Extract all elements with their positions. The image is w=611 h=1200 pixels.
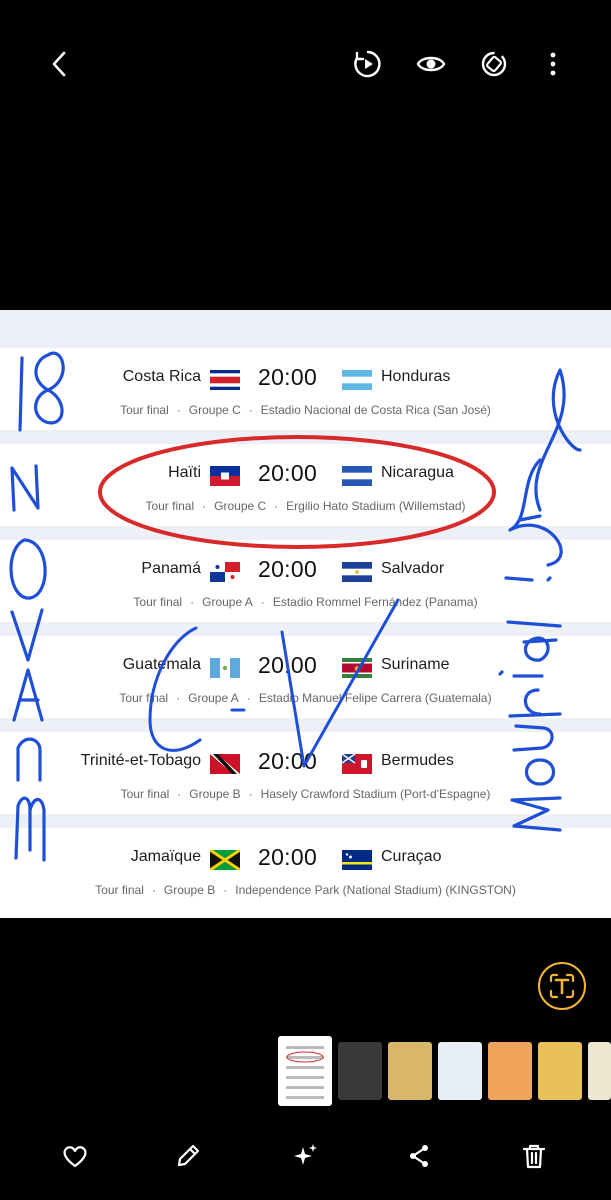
more-options-icon[interactable] bbox=[531, 42, 575, 86]
thumbnail[interactable] bbox=[388, 1042, 432, 1100]
home-team: Panamá bbox=[141, 560, 201, 577]
match-time: 20:00 bbox=[258, 844, 318, 870]
panama-flag-icon bbox=[210, 562, 240, 582]
match-row: Jamaïque 20:00 Curaçao Tour final · Groupe… bbox=[0, 828, 611, 910]
match-details: Tour final · Groupe C · Ergilio Hato Stadium… bbox=[145, 499, 466, 513]
costa-rica-flag-icon bbox=[210, 370, 240, 390]
match-time: 20:00 bbox=[258, 460, 318, 486]
nicaragua-flag-icon bbox=[342, 466, 372, 486]
text-extract-icon bbox=[549, 973, 575, 999]
home-team: Costa Rica bbox=[122, 368, 201, 385]
bottom-toolbar bbox=[0, 1126, 611, 1186]
thumbnail[interactable] bbox=[488, 1042, 532, 1100]
text-extract-button[interactable] bbox=[538, 962, 586, 1010]
back-icon[interactable] bbox=[38, 42, 82, 86]
match-details: Tour final · Groupe A · Estadio Manuel Felip… bbox=[119, 691, 492, 705]
away-team: Salvador bbox=[381, 560, 445, 577]
delete-icon[interactable] bbox=[514, 1136, 554, 1176]
curacao-flag-icon bbox=[342, 850, 372, 870]
away-team: Bermudes bbox=[381, 752, 454, 769]
rotate-icon[interactable] bbox=[472, 42, 516, 86]
away-team: Suriname bbox=[381, 656, 450, 673]
thumbnail-strip bbox=[278, 1036, 611, 1106]
share-icon[interactable] bbox=[399, 1136, 439, 1176]
match-time: 20:00 bbox=[258, 364, 318, 390]
match-row: Haïti 20:00 Nicaragua Tour final · Groupe … bbox=[0, 444, 611, 526]
bermuda-flag-icon bbox=[342, 754, 372, 774]
home-team: Jamaïque bbox=[130, 848, 201, 865]
motion-photo-icon[interactable] bbox=[346, 42, 390, 86]
eye-icon[interactable] bbox=[409, 42, 453, 86]
thumbnail[interactable] bbox=[538, 1042, 582, 1100]
top-toolbar bbox=[0, 0, 611, 130]
divider bbox=[0, 310, 611, 348]
trinidad-tobago-flag-icon bbox=[210, 754, 240, 774]
divider bbox=[0, 526, 611, 540]
match-row: Costa Rica 20:00 Honduras Tour final · Gro… bbox=[0, 348, 611, 430]
haiti-flag-icon bbox=[210, 466, 240, 486]
suriname-flag-icon bbox=[342, 658, 372, 678]
away-team: Curaçao bbox=[381, 848, 442, 865]
match-row: Guatemala 20:00 Suriname Tour final · Grou… bbox=[0, 636, 611, 718]
jamaica-flag-icon bbox=[210, 850, 240, 870]
guatemala-flag-icon bbox=[210, 658, 240, 678]
heart-icon[interactable] bbox=[55, 1136, 95, 1176]
thumbnail-current[interactable] bbox=[278, 1036, 332, 1106]
divider bbox=[0, 718, 611, 732]
away-team: Nicaragua bbox=[381, 464, 454, 481]
sparkle-icon[interactable] bbox=[285, 1136, 325, 1176]
match-row: Trinité-et-Tobago 20:00 Bermudes Tour fi… bbox=[0, 732, 611, 814]
thumbnail[interactable] bbox=[338, 1042, 382, 1100]
divider bbox=[0, 430, 611, 444]
match-details: Tour final · Groupe B · Hasely Crawford Stad… bbox=[120, 787, 491, 801]
match-details: Tour final · Groupe C · Estadio Nacional de … bbox=[120, 403, 491, 417]
thumbnail[interactable] bbox=[588, 1042, 611, 1100]
match-details: Tour final · Groupe B · Independence Park (N… bbox=[95, 883, 516, 897]
match-time: 20:00 bbox=[258, 748, 318, 774]
home-team: Haïti bbox=[168, 464, 201, 481]
divider bbox=[0, 622, 611, 636]
away-team: Honduras bbox=[381, 368, 451, 385]
edit-icon[interactable] bbox=[168, 1136, 208, 1176]
home-team: Guatemala bbox=[122, 656, 201, 673]
honduras-flag-icon bbox=[342, 370, 372, 390]
match-time: 20:00 bbox=[258, 556, 318, 582]
el-salvador-flag-icon bbox=[342, 562, 372, 582]
divider bbox=[0, 814, 611, 828]
thumbnail[interactable] bbox=[438, 1042, 482, 1100]
match-row: Panamá 20:00 Salvador Tour final · Groupe … bbox=[0, 540, 611, 622]
home-team: Trinité-et-Tobago bbox=[80, 752, 201, 769]
match-details: Tour final · Groupe A · Estadio Rommel Ferná… bbox=[133, 595, 478, 609]
photo-viewer-image[interactable]: Costa Rica 20:00 Honduras Tour final · Gro… bbox=[0, 310, 611, 918]
match-time: 20:00 bbox=[258, 652, 318, 678]
